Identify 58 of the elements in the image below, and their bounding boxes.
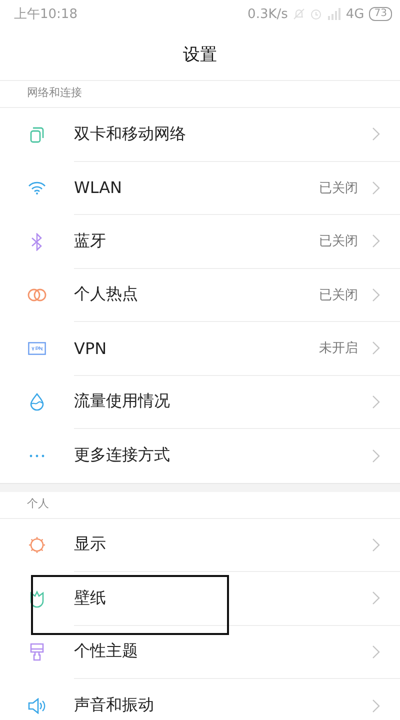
- paint-brush-icon: [28, 643, 44, 662]
- item-label: 更多连接方式: [74, 445, 171, 466]
- network-speed: 0.3K/s: [248, 6, 288, 22]
- page-title: 设置: [183, 44, 217, 66]
- item-label: 蓝牙: [74, 230, 107, 252]
- wifi-icon: [28, 181, 46, 196]
- settings-item[interactable]: 双卡和移动网络: [0, 108, 400, 162]
- rings-icon: [26, 288, 46, 302]
- item-label: 流量使用情况: [74, 391, 171, 412]
- settings-item[interactable]: 流量使用情况: [0, 376, 400, 429]
- speaker-icon: [28, 698, 46, 714]
- settings-item[interactable]: 蓝牙 已关闭: [0, 215, 400, 268]
- settings-item[interactable]: VPN 未开启: [0, 322, 400, 376]
- chevron-icon: [372, 448, 380, 463]
- item-status: 已关闭: [319, 286, 358, 304]
- chevron-icon: [372, 394, 380, 409]
- network-type: 4G: [346, 6, 364, 22]
- chevron-icon: [372, 127, 380, 142]
- item-label: 声音和振动: [74, 695, 155, 716]
- item-status: 未开启: [319, 340, 358, 358]
- settings-item[interactable]: 显示: [0, 518, 400, 572]
- settings-item[interactable]: WLAN 已关闭: [0, 162, 400, 215]
- settings-item[interactable]: 壁纸: [0, 572, 400, 626]
- tulip-icon: [28, 590, 44, 608]
- settings-item[interactable]: 个性主题: [0, 626, 400, 679]
- settings-item[interactable]: 个人热点 已关闭: [0, 268, 400, 322]
- section-header: 网络和连接: [27, 86, 82, 99]
- item-status: 已关闭: [319, 233, 358, 250]
- item-label: 显示: [74, 534, 107, 556]
- sun-icon: [28, 536, 46, 554]
- chevron-icon: [372, 538, 380, 552]
- item-label: 个人热点: [74, 284, 139, 306]
- settings-item[interactable]: 声音和振动: [0, 679, 400, 720]
- more-icon: [28, 454, 44, 458]
- item-label: VPN: [74, 338, 108, 358]
- droplet-icon: [28, 393, 44, 412]
- bluetooth-icon: [30, 232, 44, 251]
- item-label: 壁纸: [74, 588, 107, 609]
- chevron-icon: [372, 591, 380, 606]
- mute-bell-icon: [292, 8, 305, 20]
- item-status: 已关闭: [319, 180, 358, 197]
- chevron-icon: [372, 234, 380, 248]
- chevron-icon: [372, 341, 380, 356]
- status-time: 上午10:18: [14, 6, 78, 23]
- item-label: 个性主题: [74, 641, 139, 662]
- cards-icon: [28, 126, 44, 143]
- chevron-icon: [372, 698, 380, 713]
- chevron-icon: [372, 180, 380, 195]
- item-label: WLAN: [74, 178, 124, 198]
- item-label: 双卡和移动网络: [74, 124, 187, 145]
- alarm-clock-icon: [310, 8, 322, 20]
- chevron-icon: [372, 288, 380, 302]
- section-header: 个人: [27, 496, 49, 510]
- vpn-icon: [28, 342, 46, 356]
- settings-item[interactable]: 更多连接方式: [0, 429, 400, 482]
- battery-indicator: 73: [369, 7, 392, 21]
- chevron-icon: [372, 644, 380, 659]
- signal-icon: [326, 8, 341, 20]
